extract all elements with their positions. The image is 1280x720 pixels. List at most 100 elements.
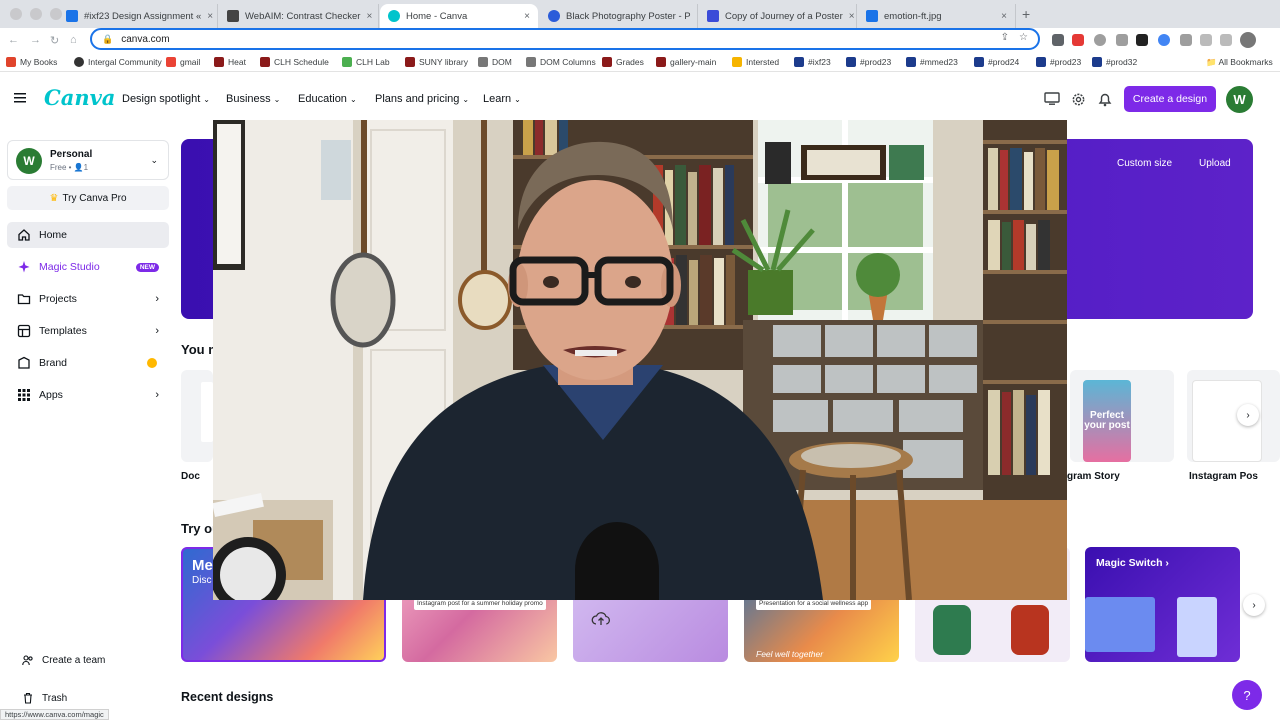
help-button[interactable]: ? <box>1232 680 1262 710</box>
browser-profile-avatar[interactable] <box>1240 32 1256 48</box>
window-controls[interactable] <box>10 8 62 20</box>
trash-button[interactable]: Trash <box>22 692 67 704</box>
nav-education[interactable]: Education ⌄ <box>298 93 357 105</box>
scroll-right-icon[interactable]: › <box>1243 594 1265 616</box>
bookmark[interactable]: #mmed23 <box>906 57 958 67</box>
canva-logo[interactable]: Canva <box>44 85 115 110</box>
chevron-down-icon: ⌄ <box>514 94 521 104</box>
extension-icon[interactable] <box>1116 34 1128 46</box>
tab-favicon-icon <box>227 10 239 22</box>
bookmarks-bar: My Books Intergal Community gmail Heat C… <box>0 52 1280 72</box>
close-tab-icon[interactable]: × <box>207 11 213 22</box>
bookmark[interactable]: Intersted <box>732 57 779 67</box>
bookmark[interactable]: SUNY library <box>405 57 468 67</box>
sidepanel-icon[interactable] <box>1220 34 1232 46</box>
share-icon[interactable]: ⇪ <box>1001 32 1009 43</box>
try-canva-pro-button[interactable]: ♛ Try Canva Pro <box>7 186 169 210</box>
sidebar-item-brand[interactable]: Brand <box>7 350 169 376</box>
extension-icon[interactable] <box>1136 34 1148 46</box>
nav-learn[interactable]: Learn ⌄ <box>483 93 521 105</box>
bookmark[interactable]: #prod24 <box>974 57 1019 67</box>
home-browser-icon[interactable]: ⌂ <box>70 34 77 46</box>
extension-icon[interactable] <box>1072 34 1084 46</box>
bookmark[interactable]: Heat <box>214 57 246 67</box>
download-icon[interactable] <box>1200 34 1212 46</box>
new-tab-button[interactable]: + <box>1022 6 1030 22</box>
instagram-story-thumbnail: Perfect your post <box>1083 380 1131 462</box>
menu-icon[interactable] <box>14 92 28 104</box>
bookmark[interactable]: DOM Columns <box>526 57 596 67</box>
close-tab-icon[interactable]: × <box>1001 11 1007 22</box>
forward-icon[interactable]: → <box>30 34 41 46</box>
avatar[interactable]: W <box>1226 86 1253 113</box>
upload-button[interactable]: Upload <box>1199 158 1231 169</box>
browser-tab-active[interactable]: Home - Canva × <box>380 4 538 28</box>
chevron-down-icon: ⌄ <box>150 155 158 165</box>
browser-tab[interactable]: Black Photography Poster - P× <box>540 4 698 28</box>
sidebar-item-templates[interactable]: Templates › <box>7 318 169 344</box>
extension-icon[interactable] <box>1052 34 1064 46</box>
sidebar-item-magic-studio[interactable]: Magic Studio NEW <box>7 254 169 280</box>
gear-icon[interactable] <box>1071 92 1086 107</box>
webcam-video-overlay <box>213 120 1067 600</box>
bookmark[interactable]: Grades <box>602 57 644 67</box>
extension-icon[interactable] <box>1094 34 1106 46</box>
promo-card-magic-switch[interactable]: Magic Switch › <box>1085 547 1240 662</box>
bookmark[interactable]: gmail <box>166 57 200 67</box>
sidebar-item-projects[interactable]: Projects › <box>7 286 169 312</box>
bookmark[interactable]: My Books <box>6 57 57 67</box>
create-team-button[interactable]: Create a team <box>22 654 105 666</box>
browser-tab[interactable]: emotion-ft.jpg × <box>858 4 1016 28</box>
bookmark[interactable]: #prod23 <box>846 57 891 67</box>
nav-design-spotlight[interactable]: Design spotlight ⌄ <box>122 93 210 105</box>
close-tab-icon[interactable]: × <box>697 11 698 22</box>
crown-icon: ♛ <box>49 192 59 204</box>
address-bar[interactable]: 🔒 canva.com ⇪ ☆ <box>90 28 1040 50</box>
sidebar-item-apps[interactable]: Apps › <box>7 382 169 408</box>
browser-tab-bar: #ixf23 Design Assignment «× WebAIM: Cont… <box>0 0 1280 28</box>
account-switcher[interactable]: W Personal Free • 👤1 ⌄ <box>7 140 169 180</box>
crown-icon <box>147 358 157 368</box>
close-tab-icon[interactable]: × <box>366 11 372 22</box>
bookmark[interactable]: #ixf23 <box>794 57 831 67</box>
promo-caption: Instagram post for a summer holiday prom… <box>414 599 546 610</box>
bookmark[interactable]: DOM <box>478 57 512 67</box>
bookmark[interactable]: #prod23 <box>1036 57 1081 67</box>
scroll-right-icon[interactable]: › <box>1237 404 1259 426</box>
bookmark[interactable]: #prod32 <box>1092 57 1137 67</box>
bookmark[interactable]: CLH Lab <box>342 57 390 67</box>
puzzle-icon[interactable] <box>1180 34 1192 46</box>
bell-icon[interactable] <box>1098 92 1112 107</box>
close-tab-icon[interactable]: × <box>849 11 855 22</box>
reload-icon[interactable]: ↻ <box>50 34 59 47</box>
close-tab-icon[interactable]: × <box>524 11 530 22</box>
nav-plans-pricing[interactable]: Plans and pricing ⌄ <box>375 93 469 105</box>
bookmark[interactable]: gallery-main <box>656 57 716 67</box>
all-bookmarks-folder[interactable]: 📁 All Bookmarks <box>1206 57 1273 68</box>
browser-tab[interactable]: #ixf23 Design Assignment «× <box>58 4 218 28</box>
tab-favicon-icon <box>866 10 878 22</box>
custom-size-button[interactable]: Custom size <box>1117 158 1172 169</box>
design-type-card[interactable] <box>181 370 213 462</box>
sidebar-item-home[interactable]: Home <box>7 222 169 248</box>
sparkle-icon <box>17 260 31 274</box>
back-icon[interactable]: ← <box>8 34 19 46</box>
status-bar-url: https://www.canva.com/magic <box>0 709 109 720</box>
design-type-label: gram Story <box>1067 471 1120 482</box>
extension-icon[interactable] <box>1158 34 1170 46</box>
create-design-button[interactable]: Create a design <box>1124 86 1216 112</box>
new-badge: NEW <box>135 262 159 272</box>
bookmark[interactable]: CLH Schedule <box>260 57 329 67</box>
team-icon <box>22 654 34 666</box>
url-text: canva.com <box>121 33 170 45</box>
chevron-right-icon: › <box>155 389 159 401</box>
lock-icon: 🔒 <box>102 33 114 44</box>
nav-business[interactable]: Business ⌄ <box>226 93 280 105</box>
star-icon[interactable]: ☆ <box>1019 32 1028 43</box>
monitor-icon[interactable] <box>1044 92 1060 106</box>
browser-tab[interactable]: WebAIM: Contrast Checker × <box>219 4 379 28</box>
section-title-recent-designs: Recent designs <box>181 690 274 704</box>
bookmark[interactable]: Intergal Community <box>74 57 162 67</box>
browser-tab[interactable]: Copy of Journey of a Poster × <box>699 4 857 28</box>
apps-icon <box>17 388 31 402</box>
